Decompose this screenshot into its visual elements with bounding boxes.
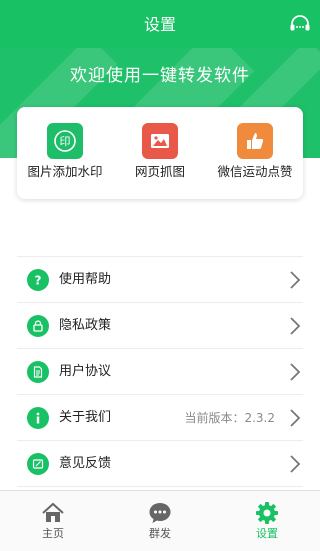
image-icon	[142, 123, 178, 159]
chevron-right-icon	[290, 363, 301, 381]
top-bar: 设置	[0, 0, 320, 48]
feature-wechat-like[interactable]: 微信运动点赞	[207, 123, 303, 180]
feature-card: 印 图片添加水印 网页抓图 微信运动点赞	[17, 107, 303, 199]
menu-item-feedback[interactable]: 意见反馈	[17, 441, 303, 487]
menu-item-label: 使用帮助	[59, 272, 112, 287]
page-title: 设置	[143, 15, 176, 34]
menu-item-label: 关于我们	[59, 410, 112, 425]
watermark-icon: 印	[47, 123, 83, 159]
gear-icon	[256, 502, 278, 524]
feature-label: 图片添加水印	[27, 164, 103, 179]
feature-watermark[interactable]: 印 图片添加水印	[17, 123, 113, 180]
menu-item-about[interactable]: 关于我们 当前版本：2.3.2	[17, 395, 303, 441]
tab-home[interactable]: 主页	[0, 491, 106, 551]
customer-service-icon[interactable]	[288, 13, 312, 37]
chat-icon	[149, 503, 171, 523]
question-icon: ?	[27, 269, 49, 291]
info-icon	[27, 407, 49, 429]
tab-bar: 主页 群发 设置	[0, 490, 320, 551]
tab-label: 设置	[256, 527, 278, 540]
chevron-right-icon	[290, 317, 301, 335]
feedback-icon	[27, 453, 49, 475]
svg-text:?: ?	[35, 274, 42, 288]
settings-menu: ? 使用帮助 隐私政策 用户协议 关于我们 当前版本：2.3.2 意见反馈	[17, 256, 303, 487]
chevron-right-icon	[290, 271, 301, 289]
tab-broadcast[interactable]: 群发	[107, 491, 213, 551]
feature-label: 网页抓图	[134, 164, 185, 179]
feature-web-capture[interactable]: 网页抓图	[112, 123, 208, 180]
menu-item-agreement[interactable]: 用户协议	[17, 349, 303, 395]
menu-item-privacy[interactable]: 隐私政策	[17, 303, 303, 349]
menu-item-label: 隐私政策	[59, 318, 112, 333]
version-text: 当前版本：2.3.2	[184, 411, 275, 425]
menu-item-help[interactable]: ? 使用帮助	[17, 256, 303, 303]
tab-label: 主页	[42, 527, 64, 540]
lock-icon	[27, 315, 49, 337]
menu-item-label: 意见反馈	[59, 456, 112, 471]
tab-settings[interactable]: 设置	[214, 491, 320, 551]
tab-label: 群发	[149, 527, 171, 540]
svg-text:印: 印	[60, 135, 71, 148]
thumbs-up-icon	[237, 123, 273, 159]
welcome-text: 欢迎使用一键转发软件	[70, 66, 250, 86]
chevron-right-icon	[290, 455, 301, 473]
menu-item-label: 用户协议	[59, 364, 112, 379]
document-icon	[27, 361, 49, 383]
home-icon	[42, 502, 64, 522]
feature-label: 微信运动点赞	[217, 164, 293, 179]
chevron-right-icon	[290, 409, 301, 427]
